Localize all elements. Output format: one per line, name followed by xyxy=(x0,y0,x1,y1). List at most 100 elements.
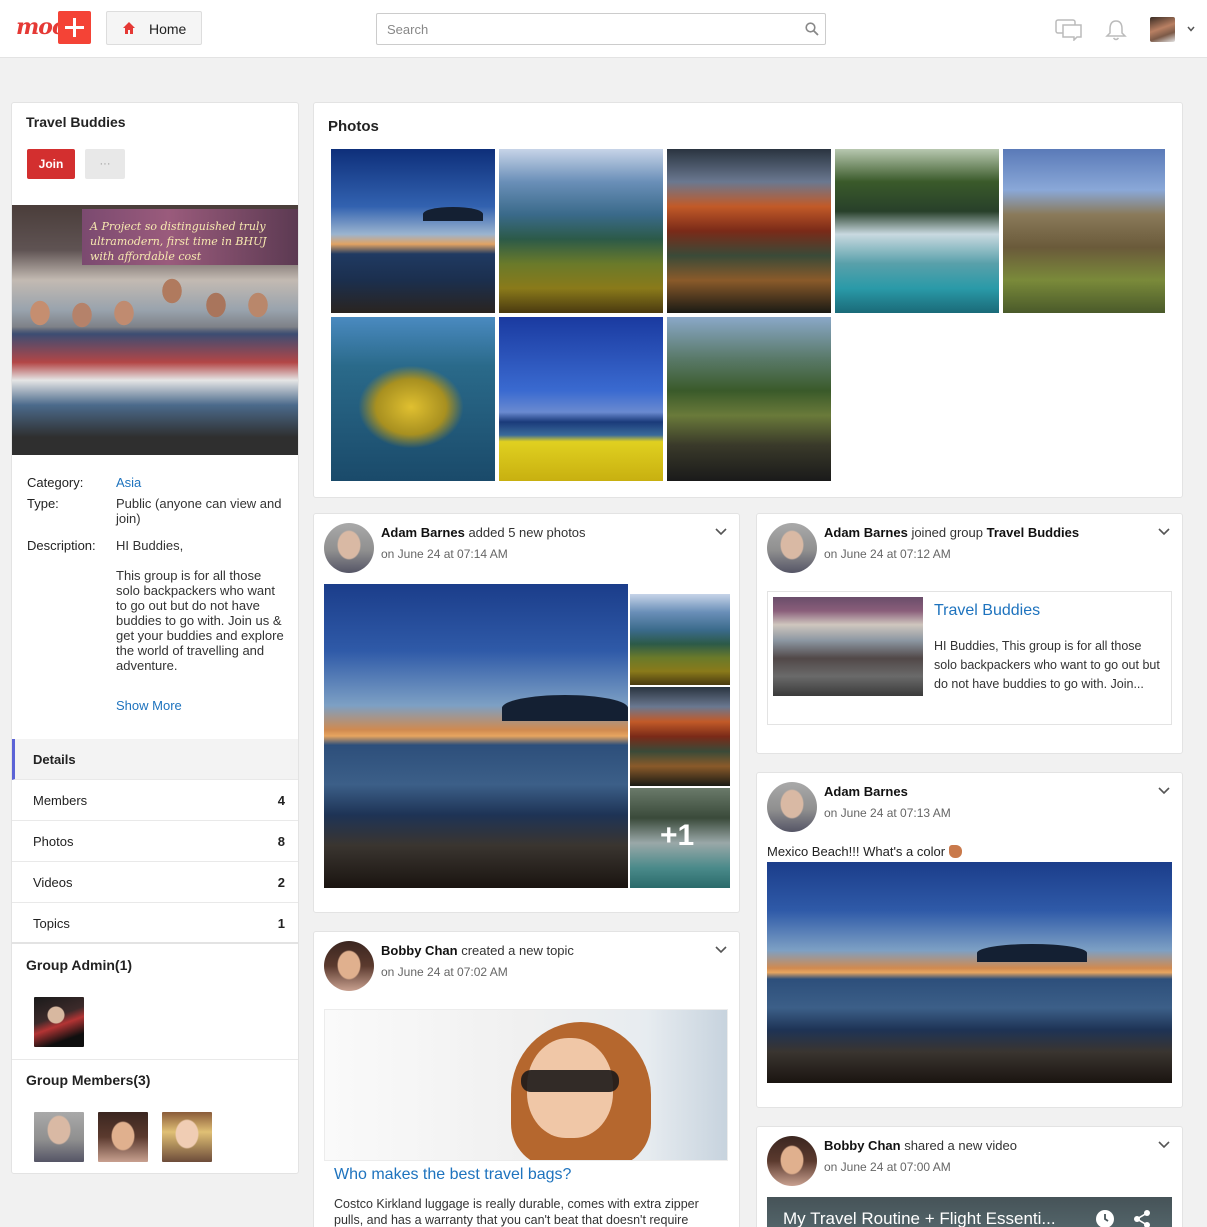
post-author-name[interactable]: Adam Barnes xyxy=(381,525,465,540)
cover-banner: A Project so distinguished truly ultramo… xyxy=(82,209,298,265)
video-title[interactable]: My Travel Routine + Flight Essenti... xyxy=(783,1209,1056,1227)
post-author-name[interactable]: Adam Barnes xyxy=(824,784,908,799)
home-button[interactable]: Home xyxy=(106,11,202,45)
cover-people-image xyxy=(12,277,298,455)
type-value: Public (anyone can view and join) xyxy=(116,496,282,526)
post-target-group[interactable]: Travel Buddies xyxy=(987,525,1079,540)
create-plus-button[interactable] xyxy=(58,11,91,44)
chevron-down-icon[interactable] xyxy=(715,528,727,536)
post-author-avatar[interactable] xyxy=(767,782,817,832)
post-photo-thumbnail[interactable] xyxy=(630,687,730,786)
member-avatar[interactable] xyxy=(98,1112,148,1162)
type-label: Type: xyxy=(27,496,59,511)
watch-later-clock-icon[interactable] xyxy=(1095,1209,1115,1227)
post-photo-thumbnail[interactable] xyxy=(630,594,730,685)
post-author-avatar[interactable] xyxy=(324,941,374,991)
topic-image-sunglasses xyxy=(521,1070,619,1092)
messages-icon[interactable] xyxy=(1055,19,1083,41)
group-preview-image xyxy=(773,597,923,696)
user-avatar[interactable] xyxy=(1150,17,1175,42)
side-nav-photos[interactable]: Photos 8 xyxy=(12,821,298,862)
category-link[interactable]: Asia xyxy=(116,475,292,490)
notifications-bell-icon[interactable] xyxy=(1105,19,1127,41)
post-time[interactable]: on June 24 at 07:02 AM xyxy=(381,965,508,979)
side-nav-count: 2 xyxy=(277,875,285,890)
pointing-hand-emoji-icon xyxy=(949,845,963,858)
category-label: Category: xyxy=(27,475,84,490)
post-author-name[interactable]: Adam Barnes xyxy=(824,525,908,540)
share-icon[interactable] xyxy=(1132,1209,1152,1227)
group-admin-title: Group Admin(1) xyxy=(26,957,133,973)
island-shape xyxy=(423,207,483,221)
photo-thumbnail[interactable] xyxy=(331,149,495,313)
group-cover-photo: A Project so distinguished truly ultramo… xyxy=(12,205,298,455)
search-icon[interactable] xyxy=(805,22,819,36)
side-nav-details[interactable]: Details xyxy=(12,739,298,780)
member-avatar[interactable] xyxy=(162,1112,212,1162)
post-header: Adam Barnes joined group Travel Buddies xyxy=(824,525,1079,540)
group-preview-title[interactable]: Travel Buddies xyxy=(934,602,1040,620)
side-nav-videos[interactable]: Videos 2 xyxy=(12,862,298,903)
status-message: Mexico Beach!!! What's a color xyxy=(767,844,946,859)
show-more-link[interactable]: Show More xyxy=(116,698,292,713)
post-time[interactable]: on June 24 at 07:12 AM xyxy=(824,547,951,561)
admin-avatar[interactable] xyxy=(34,997,84,1047)
topic-cover-image[interactable] xyxy=(324,1009,728,1161)
top-navbar: moo Home xyxy=(0,0,1207,58)
topic-title-link[interactable]: Who makes the best travel bags? xyxy=(334,1166,571,1184)
post-header: Bobby Chan shared a new video xyxy=(824,1138,1017,1153)
post-time[interactable]: on June 24 at 07:00 AM xyxy=(824,1160,951,1174)
chevron-down-icon[interactable] xyxy=(715,946,727,954)
post-header: Adam Barnes added 5 new photos xyxy=(381,525,586,540)
side-nav-members[interactable]: Members 4 xyxy=(12,780,298,821)
group-side-nav: Details Members 4 Photos 8 Videos 2 Topi… xyxy=(12,739,298,944)
post-action: created a new topic xyxy=(461,943,574,958)
side-nav-label: Photos xyxy=(33,834,74,849)
photo-thumbnail[interactable] xyxy=(1003,149,1165,313)
home-icon xyxy=(123,22,135,34)
feed-post-topic: Bobby Chan created a new topic on June 2… xyxy=(313,931,740,1227)
photo-thumbnail[interactable] xyxy=(331,317,495,481)
chevron-down-icon[interactable] xyxy=(1158,787,1170,795)
search-box xyxy=(376,13,826,45)
description-body: This group is for all those solo backpac… xyxy=(116,568,284,673)
video-embed[interactable]: My Travel Routine + Flight Essenti... xyxy=(767,1197,1172,1227)
post-author-avatar[interactable] xyxy=(767,1136,817,1186)
chevron-down-icon[interactable] xyxy=(1158,528,1170,536)
status-text: Mexico Beach!!! What's a color xyxy=(767,844,963,859)
post-time[interactable]: on June 24 at 07:14 AM xyxy=(381,547,508,561)
feed-post-join: Adam Barnes joined group Travel Buddies … xyxy=(756,513,1183,754)
status-photo[interactable] xyxy=(767,862,1172,1083)
photo-thumbnail[interactable] xyxy=(667,149,831,313)
chevron-down-icon[interactable] xyxy=(1158,1141,1170,1149)
feed-post-video: Bobby Chan shared a new video on June 24… xyxy=(756,1126,1183,1227)
chevron-down-icon[interactable] xyxy=(1186,24,1196,34)
more-options-button[interactable]: ··· xyxy=(85,149,125,179)
photo-thumbnail[interactable] xyxy=(667,317,831,481)
post-author-name[interactable]: Bobby Chan xyxy=(381,943,458,958)
post-author-name[interactable]: Bobby Chan xyxy=(824,1138,901,1153)
group-preview-description: HI Buddies, This group is for all those … xyxy=(934,639,1160,691)
group-sidebar: Travel Buddies Join ··· A Project so dis… xyxy=(11,102,299,1174)
post-action: shared a new video xyxy=(904,1138,1017,1153)
photo-thumbnail[interactable] xyxy=(835,149,999,313)
side-nav-label: Members xyxy=(33,793,88,808)
group-title: Travel Buddies xyxy=(26,114,126,130)
island-shape xyxy=(502,695,628,721)
side-nav-count: 4 xyxy=(277,793,285,808)
post-photo-more-tile[interactable]: +1 xyxy=(630,788,730,888)
post-time[interactable]: on June 24 at 07:13 AM xyxy=(824,806,951,820)
member-avatar[interactable] xyxy=(34,1112,84,1162)
photo-thumbnail[interactable] xyxy=(499,149,663,313)
post-author-avatar[interactable] xyxy=(324,523,374,573)
join-button[interactable]: Join xyxy=(27,149,75,179)
photos-card: Photos xyxy=(313,102,1183,498)
group-link-preview[interactable]: Travel Buddies HI Buddies, This group is… xyxy=(767,591,1172,725)
post-main-photo[interactable] xyxy=(324,584,628,888)
post-author-avatar[interactable] xyxy=(767,523,817,573)
side-nav-count: 8 xyxy=(277,834,285,849)
side-nav-topics[interactable]: Topics 1 xyxy=(12,903,298,944)
search-input[interactable] xyxy=(377,14,797,44)
photo-thumbnail[interactable] xyxy=(499,317,663,481)
more-photos-count: +1 xyxy=(660,819,695,852)
